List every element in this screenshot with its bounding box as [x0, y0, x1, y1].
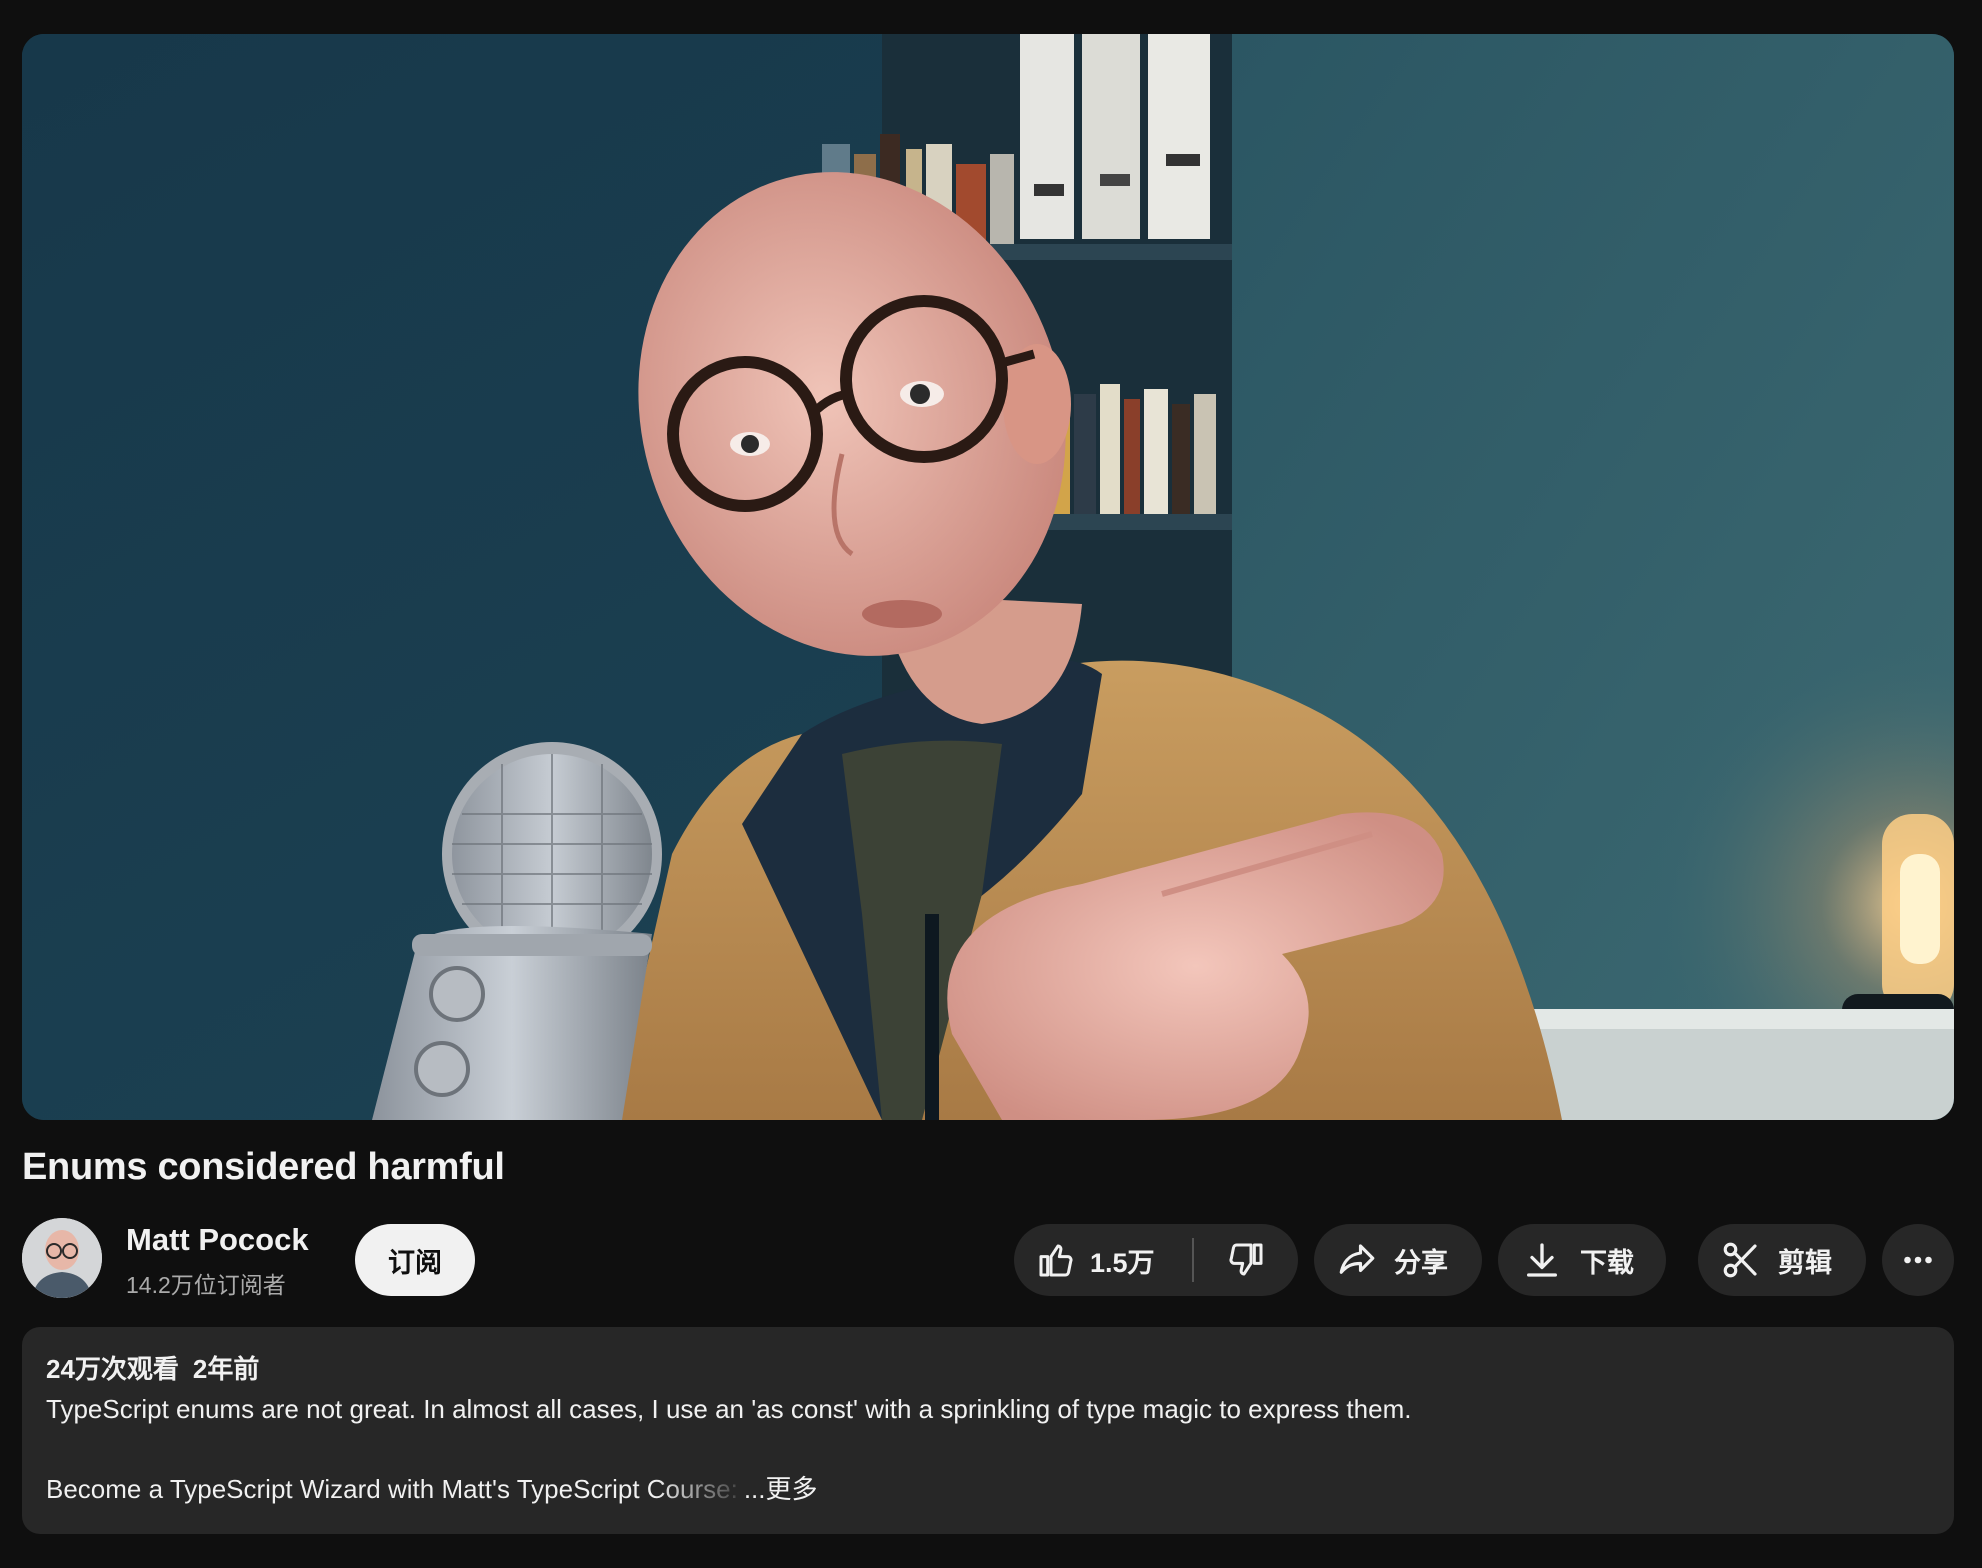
channel-name[interactable]: Matt Pocock	[126, 1222, 309, 1258]
share-label: 分享	[1394, 1247, 1448, 1278]
channel-avatar[interactable]	[22, 1218, 102, 1298]
scissors-icon	[1723, 1242, 1757, 1278]
show-more-link[interactable]: ...更多	[744, 1474, 818, 1504]
more-horizontal-icon	[1904, 1256, 1932, 1264]
description-meta: 24万次观看 2年前	[46, 1349, 1930, 1389]
description-line-1: TypeScript enums are not great. In almos…	[46, 1394, 1412, 1424]
thumbs-up-icon	[1039, 1244, 1073, 1277]
like-dislike-group: 1.5万	[1014, 1224, 1298, 1296]
video-title: Enums considered harmful	[22, 1146, 505, 1188]
view-count: 24万次观看	[46, 1354, 179, 1384]
download-button[interactable]: 下载	[1498, 1224, 1666, 1296]
clip-button[interactable]: 剪辑	[1698, 1224, 1866, 1296]
description-box[interactable]: 24万次观看 2年前 TypeScript enums are not great…	[22, 1327, 1954, 1534]
more-actions-button[interactable]	[1882, 1224, 1954, 1296]
description-line-2-row: Become a TypeScript Wizard with Matt's T…	[46, 1469, 1930, 1509]
video-frame	[22, 34, 1954, 1120]
clip-label: 剪辑	[1778, 1247, 1832, 1278]
subscriber-count: 14.2万位订阅者	[126, 1272, 286, 1298]
like-count: 1.5万	[1090, 1247, 1155, 1278]
subscribe-button[interactable]: 订阅	[355, 1224, 475, 1296]
description-line-2: Become a TypeScript Wizard with Matt's T…	[46, 1474, 738, 1504]
dislike-button[interactable]	[1194, 1224, 1298, 1296]
share-button[interactable]: 分享	[1314, 1224, 1482, 1296]
share-icon	[1339, 1244, 1375, 1274]
upload-age: 2年前	[192, 1354, 260, 1384]
like-button[interactable]: 1.5万	[1014, 1224, 1192, 1296]
thumbs-down-icon	[1229, 1243, 1263, 1276]
video-player[interactable]	[22, 34, 1954, 1120]
avatar-image	[22, 1218, 102, 1298]
download-label: 下载	[1580, 1247, 1634, 1278]
download-icon	[1527, 1243, 1557, 1277]
